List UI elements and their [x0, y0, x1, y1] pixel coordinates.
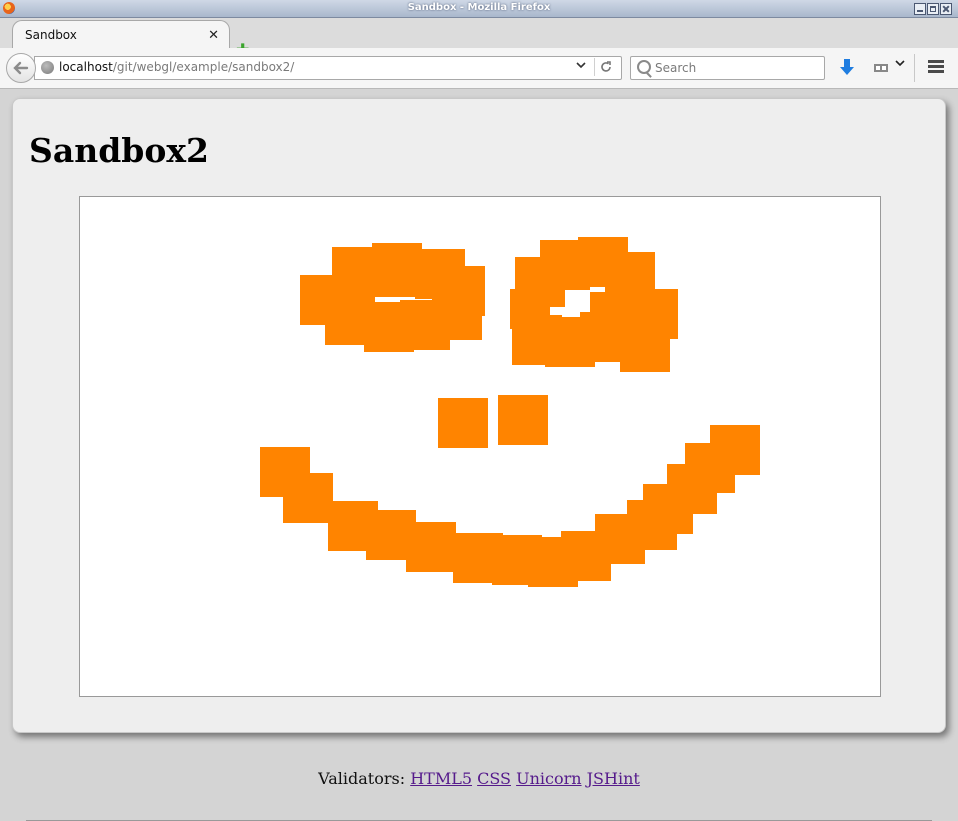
validator-link-css[interactable]: CSS — [477, 769, 511, 788]
painted-smiley — [260, 237, 760, 587]
search-bar[interactable] — [630, 56, 825, 80]
back-button[interactable] — [6, 53, 36, 83]
validators-label: Validators: — [318, 769, 406, 788]
tab-sandbox[interactable]: Sandbox ✕ — [12, 20, 230, 49]
url-text[interactable]: localhost/git/webgl/example/sandbox2/ — [59, 60, 294, 74]
maximize-button[interactable] — [927, 3, 939, 15]
close-window-button[interactable] — [940, 3, 952, 15]
validator-link-jshint[interactable]: JSHint — [587, 769, 640, 788]
drawing-canvas[interactable] — [79, 196, 881, 697]
navigation-bar: localhost/git/webgl/example/sandbox2/ — [0, 48, 958, 89]
minimize-button[interactable] — [914, 3, 926, 15]
url-bar[interactable]: localhost/git/webgl/example/sandbox2/ — [34, 56, 622, 80]
content-card: Sandbox2 — [12, 98, 946, 733]
addon-icon[interactable] — [872, 60, 892, 74]
url-host: localhost — [59, 60, 113, 74]
download-icon[interactable] — [838, 58, 856, 78]
chevron-down-icon[interactable] — [894, 57, 906, 72]
close-icon[interactable]: ✕ — [208, 28, 219, 43]
reload-icon[interactable] — [594, 58, 617, 76]
window-titlebar: Sandbox - Mozilla Firefox — [0, 0, 958, 18]
search-icon — [637, 60, 651, 74]
validators-footer: Validators: HTML5 CSS Unicorn JSHint — [0, 769, 958, 788]
back-arrow-icon — [13, 61, 29, 75]
page-viewport: Sandbox2 Validators: HTML5 CSS Unicorn J… — [0, 89, 958, 821]
globe-icon — [41, 61, 54, 74]
validator-link-html5[interactable]: HTML5 — [410, 769, 472, 788]
tab-label: Sandbox — [25, 28, 77, 42]
url-path: /git/webgl/example/sandbox2/ — [112, 60, 295, 74]
page-title: Sandbox2 — [29, 131, 210, 170]
validator-link-unicorn[interactable]: Unicorn — [516, 769, 581, 788]
search-input[interactable] — [653, 59, 822, 77]
toolbar-separator — [914, 54, 915, 82]
chevron-down-icon[interactable] — [575, 59, 587, 74]
window-title: Sandbox - Mozilla Firefox — [407, 2, 551, 13]
hamburger-menu-icon[interactable] — [928, 60, 944, 74]
tab-strip: Sandbox ✕ ✚ — [0, 18, 958, 58]
